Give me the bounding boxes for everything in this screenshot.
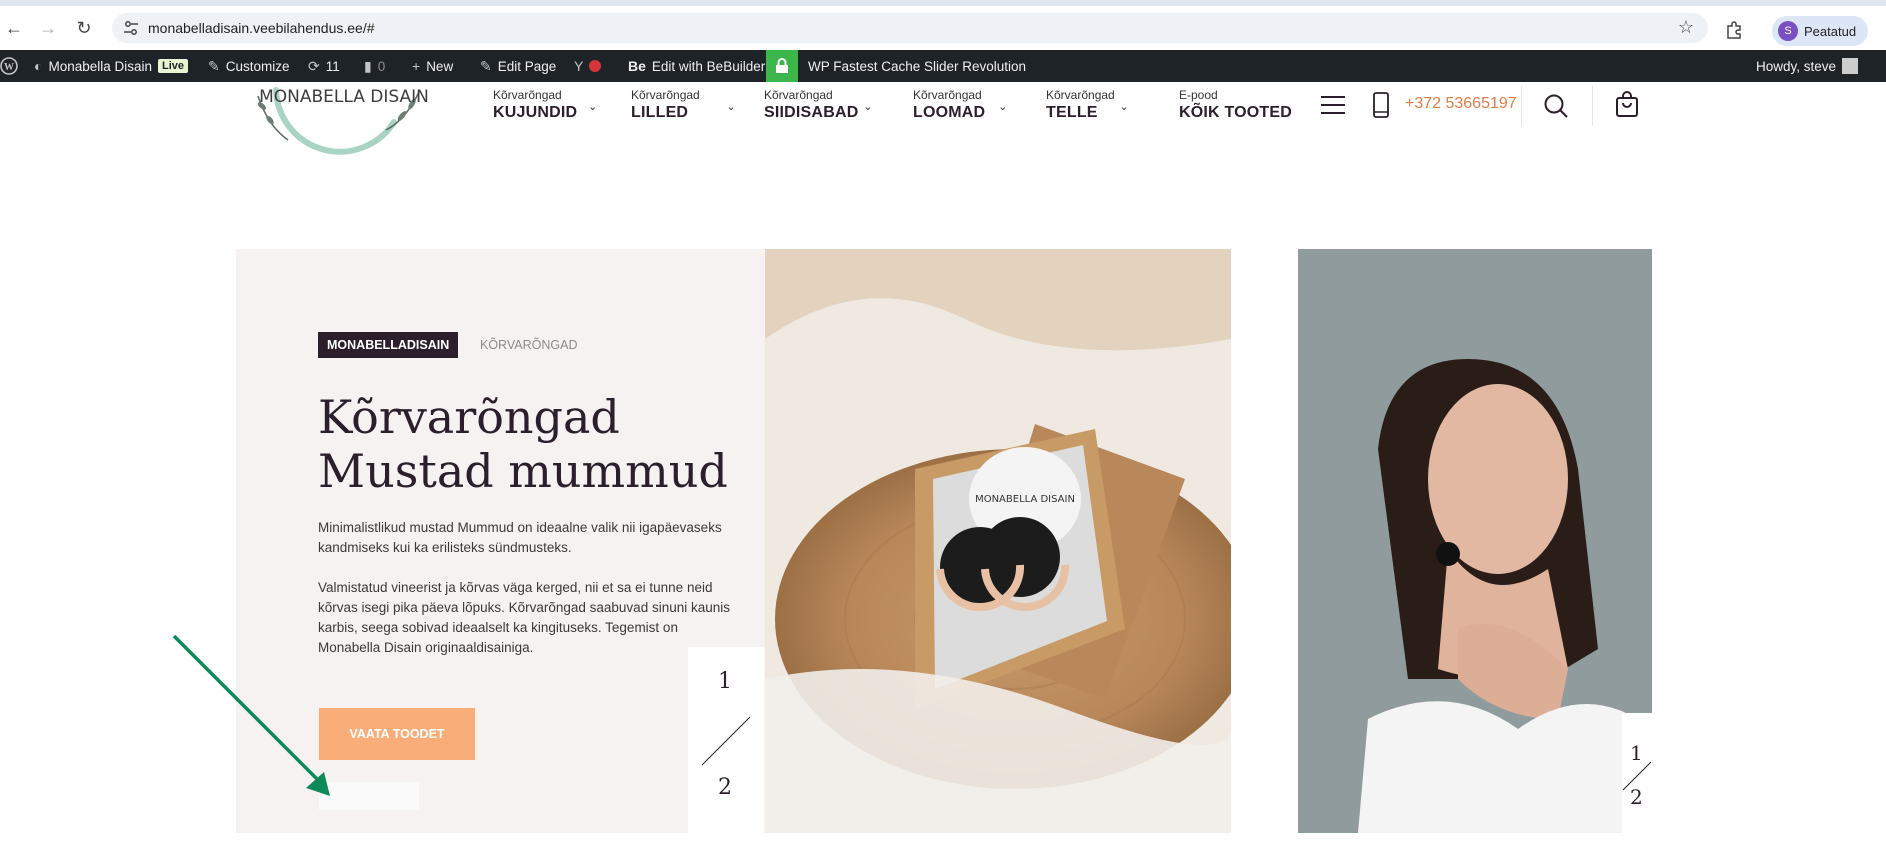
menu-small-label: E-pood bbox=[1179, 88, 1218, 102]
svg-text:W: W bbox=[4, 62, 14, 73]
live-badge: Live bbox=[158, 59, 189, 73]
brush-icon: ✎ bbox=[208, 57, 220, 74]
comments-link[interactable]: ▮ 0 bbox=[364, 50, 385, 82]
comments-count: 0 bbox=[377, 58, 386, 74]
reload-icon[interactable]: ↻ bbox=[72, 16, 96, 40]
category-tag-secondary[interactable]: KÕRVARÕNGAD bbox=[480, 338, 577, 352]
lock-icon[interactable] bbox=[766, 50, 798, 82]
bookmark-star-icon[interactable]: ☆ bbox=[1678, 17, 1694, 38]
menu-small-label: Kõrvarõngad bbox=[493, 88, 562, 102]
wordpress-logo-icon[interactable]: W bbox=[0, 50, 18, 82]
box-brand-text: MONABELLA DISAIN bbox=[975, 494, 1075, 505]
menu-large-label: KÕIK TOOTED bbox=[1179, 104, 1293, 121]
hero-description-1: Minimalistlikud mustad Mummud on ideaaln… bbox=[318, 520, 722, 555]
hero-description-2: Valmistatud vineerist ja kõrvas väga ker… bbox=[318, 580, 731, 655]
slider-revolution-label: Slider Revolution bbox=[924, 58, 1027, 74]
menu-small-label: Kõrvarõngad bbox=[913, 88, 982, 102]
address-bar[interactable]: monabelladisain.veebilahendus.ee/# ☆ bbox=[112, 13, 1708, 43]
account-menu[interactable]: Howdy, steve bbox=[1756, 50, 1859, 82]
phone-link[interactable]: +372 53665197 bbox=[1405, 95, 1517, 113]
hero-title: Kõrvarõngad Mustad mummud bbox=[318, 390, 758, 498]
edit-page-link[interactable]: ✎ Edit Page bbox=[480, 50, 556, 82]
avatar: S bbox=[1778, 21, 1798, 41]
pager-current[interactable]: 1 bbox=[718, 669, 732, 694]
product-photo: MONABELLA DISAIN bbox=[765, 249, 1231, 833]
hero-title-line2: Mustad mummud bbox=[318, 444, 728, 498]
seo-menu[interactable]: Y bbox=[574, 50, 602, 82]
menu-kujundid[interactable]: Kõrvarõngad KUJUNDID ⌄ bbox=[493, 88, 597, 122]
seo-status-dot bbox=[589, 60, 602, 72]
site-logo[interactable]: MONABELLA DISAIN bbox=[236, 82, 436, 192]
updates-icon: ⟳ bbox=[308, 57, 320, 74]
menu-large-label: KUJUNDID bbox=[493, 104, 578, 121]
model-photo bbox=[1298, 249, 1652, 833]
bebuilder-logo: Be bbox=[628, 58, 646, 74]
logo-text: MONABELLA DISAIN bbox=[259, 87, 429, 107]
menu-large-label: LILLED bbox=[631, 104, 689, 121]
annotation-arrow bbox=[172, 634, 330, 796]
chevron-down-icon[interactable]: ⌄ bbox=[998, 100, 1007, 113]
hero-title-line1: Kõrvarõngad bbox=[318, 390, 620, 444]
yoast-icon: Y bbox=[574, 58, 584, 74]
menu-small-label: Kõrvarõngad bbox=[1046, 88, 1115, 102]
new-content-link[interactable]: + New bbox=[412, 50, 453, 82]
customize-link[interactable]: ✎ Customize bbox=[208, 50, 290, 82]
site-settings-icon[interactable] bbox=[122, 19, 140, 37]
slide-pager: 1 2 bbox=[688, 647, 764, 833]
comment-icon: ▮ bbox=[364, 57, 372, 74]
divider bbox=[1521, 86, 1522, 126]
search-icon[interactable] bbox=[1543, 93, 1569, 119]
browser-toolbar: ← → ↻ monabelladisain.veebilahendus.ee/#… bbox=[0, 6, 1886, 48]
menu-small-label: Kõrvarõngad bbox=[631, 88, 700, 102]
plus-icon: + bbox=[412, 58, 421, 74]
menu-koik-tooted[interactable]: E-pood KÕIK TOOTED bbox=[1179, 88, 1292, 122]
extensions-icon[interactable] bbox=[1724, 20, 1744, 40]
menu-large-label: SIIDISABAD bbox=[764, 104, 859, 121]
site-name-menu[interactable]: ◐ Monabella Disain Live bbox=[34, 50, 189, 82]
view-product-button[interactable]: VAATA TOODET bbox=[319, 708, 475, 760]
pager-total[interactable]: 2 bbox=[718, 775, 732, 800]
pager-total[interactable]: 2 bbox=[1630, 785, 1643, 809]
profile-label: Peatatud bbox=[1804, 24, 1857, 39]
new-label: New bbox=[426, 58, 454, 74]
category-tag[interactable]: MONABELLADISAIN bbox=[318, 332, 459, 358]
menu-telle[interactable]: Kõrvarõngad TELLE ⌄ bbox=[1046, 88, 1129, 122]
slide-pager-secondary: 1 2 bbox=[1622, 713, 1652, 833]
updates-count: 11 bbox=[325, 58, 340, 74]
profile-button[interactable]: S Peatatud bbox=[1772, 16, 1868, 46]
divider bbox=[1592, 86, 1593, 126]
site-name: Monabella Disain bbox=[48, 58, 153, 74]
phone-icon bbox=[1373, 92, 1389, 118]
fastest-cache-link[interactable]: WP Fastest Cache bbox=[808, 50, 920, 82]
wp-admin-bar: W ◐ Monabella Disain Live ✎ Customize ⟳ … bbox=[0, 50, 1886, 82]
cart-icon[interactable] bbox=[1615, 91, 1639, 117]
bebuilder-label: Edit with BeBuilder bbox=[651, 58, 766, 74]
forward-icon[interactable]: → bbox=[36, 16, 60, 40]
menu-loomad[interactable]: Kõrvarõngad LOOMAD ⌄ bbox=[913, 88, 1007, 122]
edit-page-label: Edit Page bbox=[497, 58, 557, 74]
menu-siidisabad[interactable]: Kõrvarõngad SIIDISABAD ⌄ bbox=[764, 88, 872, 122]
pencil-icon: ✎ bbox=[480, 57, 492, 74]
customize-label: Customize bbox=[225, 58, 290, 74]
chevron-down-icon[interactable]: ⌄ bbox=[727, 100, 736, 113]
bebuilder-link[interactable]: Be Edit with BeBuilder bbox=[628, 50, 765, 82]
chevron-down-icon[interactable]: ⌄ bbox=[588, 100, 597, 113]
menu-small-label: Kõrvarõngad bbox=[764, 88, 833, 102]
howdy-label: Howdy, steve bbox=[1756, 58, 1837, 74]
menu-lilled[interactable]: Kõrvarõngad LILLED ⌄ bbox=[631, 88, 736, 122]
url-text[interactable]: monabelladisain.veebilahendus.ee/# bbox=[148, 20, 375, 36]
dashboard-icon: ◐ bbox=[34, 58, 43, 74]
chevron-down-icon[interactable]: ⌄ bbox=[863, 100, 872, 113]
menu-large-label: TELLE bbox=[1046, 104, 1098, 121]
slider-revolution-link[interactable]: Slider Revolution bbox=[924, 50, 1026, 82]
fastest-cache-label: WP Fastest Cache bbox=[808, 58, 921, 74]
user-avatar bbox=[1842, 58, 1859, 74]
back-icon[interactable]: ← bbox=[2, 16, 26, 40]
menu-large-label: LOOMAD bbox=[913, 104, 986, 121]
hamburger-menu-icon[interactable] bbox=[1320, 95, 1346, 115]
pager-divider bbox=[701, 716, 751, 766]
chevron-down-icon[interactable]: ⌄ bbox=[1120, 100, 1129, 113]
updates-link[interactable]: ⟳ 11 bbox=[308, 50, 340, 82]
